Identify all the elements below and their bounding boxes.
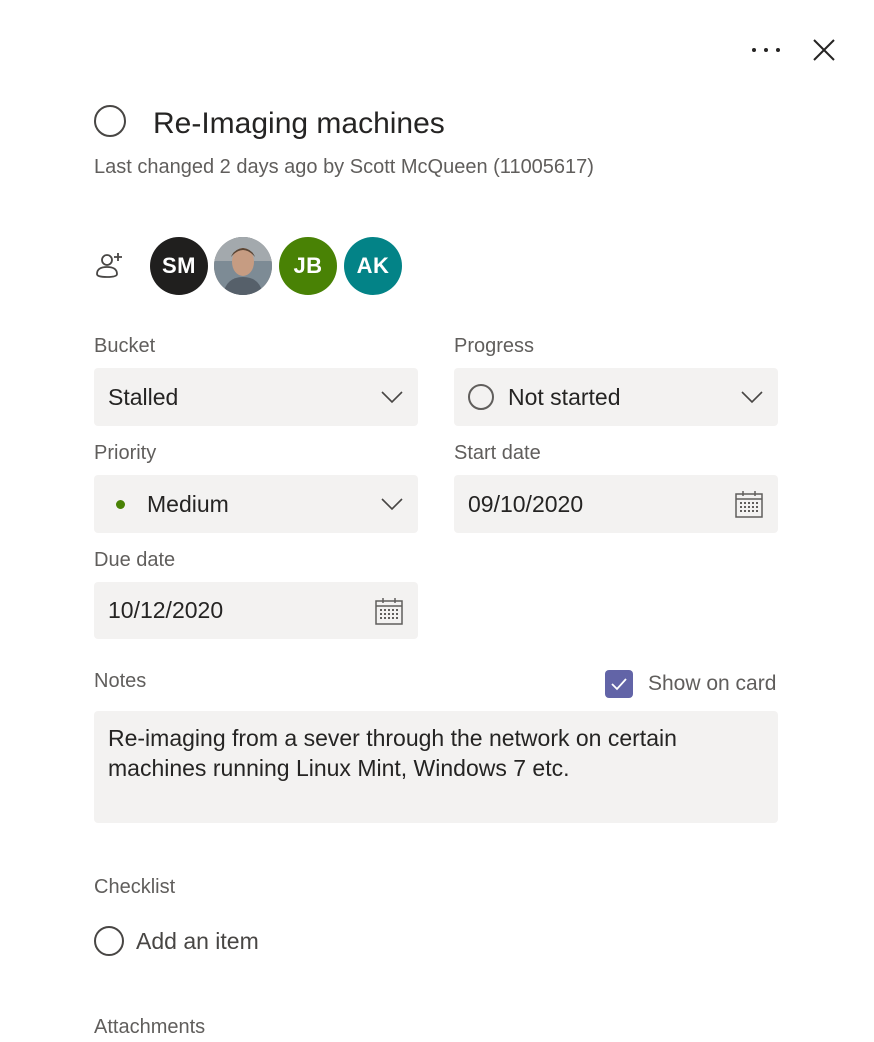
avatar-sm[interactable]: SM [150, 237, 208, 295]
avatar-initials: SM [162, 253, 196, 278]
priority-dot-icon [116, 499, 125, 509]
priority-label: Priority [94, 442, 157, 464]
priority-value: Medium [147, 490, 229, 517]
add-person-icon [96, 253, 122, 278]
avatar-photo[interactable] [214, 237, 272, 295]
calendar-icon[interactable] [374, 596, 404, 626]
not-started-icon [468, 384, 494, 410]
avatar-ak[interactable]: AK [344, 237, 402, 295]
person-photo-icon [214, 237, 272, 295]
complete-task-toggle[interactable] [94, 105, 126, 137]
close-icon [813, 39, 835, 61]
notes-textarea[interactable]: Re-imaging from a sever through the netw… [94, 711, 778, 823]
attachments-label: Attachments [94, 1016, 206, 1038]
avatar-jb[interactable]: JB [279, 237, 337, 295]
assign-button[interactable] [94, 250, 126, 282]
last-changed-text: Last changed 2 days ago by Scott McQueen… [94, 156, 594, 178]
checklist-item-circle[interactable] [94, 926, 124, 956]
more-horizontal-icon [752, 48, 780, 52]
due-date-label: Due date [94, 549, 176, 571]
show-on-card-checkbox[interactable] [605, 670, 633, 698]
progress-label: Progress [454, 335, 535, 357]
task-title[interactable]: Re-Imaging machines [153, 104, 445, 144]
show-on-card-label[interactable]: Show on card [648, 672, 776, 696]
avatar-initials: AK [356, 253, 390, 278]
due-date-picker[interactable]: 10/12/2020 [94, 582, 418, 639]
add-checklist-item-input[interactable]: Add an item [136, 926, 259, 956]
bucket-dropdown[interactable]: Stalled [94, 368, 418, 426]
due-date-value: 10/12/2020 [108, 597, 224, 623]
progress-value: Not started [508, 383, 621, 410]
calendar-icon[interactable] [734, 489, 764, 519]
start-date-label: Start date [454, 442, 541, 464]
bucket-value: Stalled [108, 383, 179, 410]
checkmark-icon [611, 678, 627, 691]
checklist-label: Checklist [94, 876, 176, 898]
close-button[interactable] [804, 30, 844, 70]
chevron-down-icon [381, 498, 403, 511]
priority-dropdown[interactable]: Medium [94, 475, 418, 533]
notes-label: Notes [94, 670, 147, 692]
chevron-down-icon [741, 391, 763, 404]
chevron-down-icon [381, 391, 403, 404]
avatar-initials: JB [293, 253, 323, 278]
start-date-value: 09/10/2020 [468, 490, 584, 517]
start-date-picker[interactable]: 09/10/2020 [454, 475, 778, 533]
bucket-label: Bucket [94, 335, 156, 357]
progress-dropdown[interactable]: Not started [454, 368, 778, 426]
more-options-button[interactable] [744, 32, 788, 68]
